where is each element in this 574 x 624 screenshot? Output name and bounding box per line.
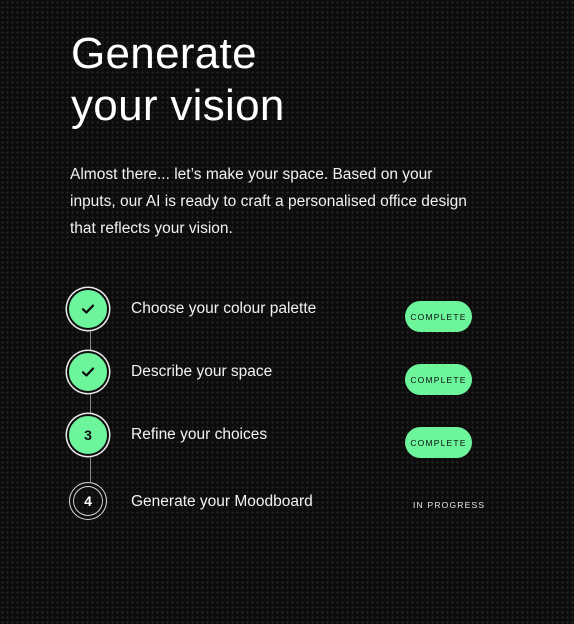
step-3-indicator: 3 (69, 416, 107, 454)
step-1-label: Choose your colour palette (131, 300, 317, 317)
step-4-label: Generate your Moodboard (131, 493, 313, 510)
check-icon (81, 304, 95, 314)
step-1-indicator (69, 290, 107, 328)
step-connector (90, 328, 91, 352)
step-4-status-badge: IN PROGRESS (413, 500, 486, 510)
step-connector (90, 454, 91, 482)
step-connector (90, 391, 91, 415)
step-3-number: 3 (84, 427, 92, 443)
progress-steps: Choose your colour palette COMPLETE Desc… (0, 0, 574, 624)
step-2-label: Describe your space (131, 363, 273, 380)
step-3-label: Refine your choices (131, 426, 268, 443)
step-4-number: 4 (84, 493, 92, 509)
step-1-status-badge: COMPLETE (405, 301, 472, 332)
step-2-status-badge: COMPLETE (405, 364, 472, 395)
check-icon (81, 367, 95, 377)
step-4-indicator: 4 (69, 482, 107, 520)
step-3-status-badge: COMPLETE (405, 427, 472, 458)
step-2-indicator (69, 353, 107, 391)
